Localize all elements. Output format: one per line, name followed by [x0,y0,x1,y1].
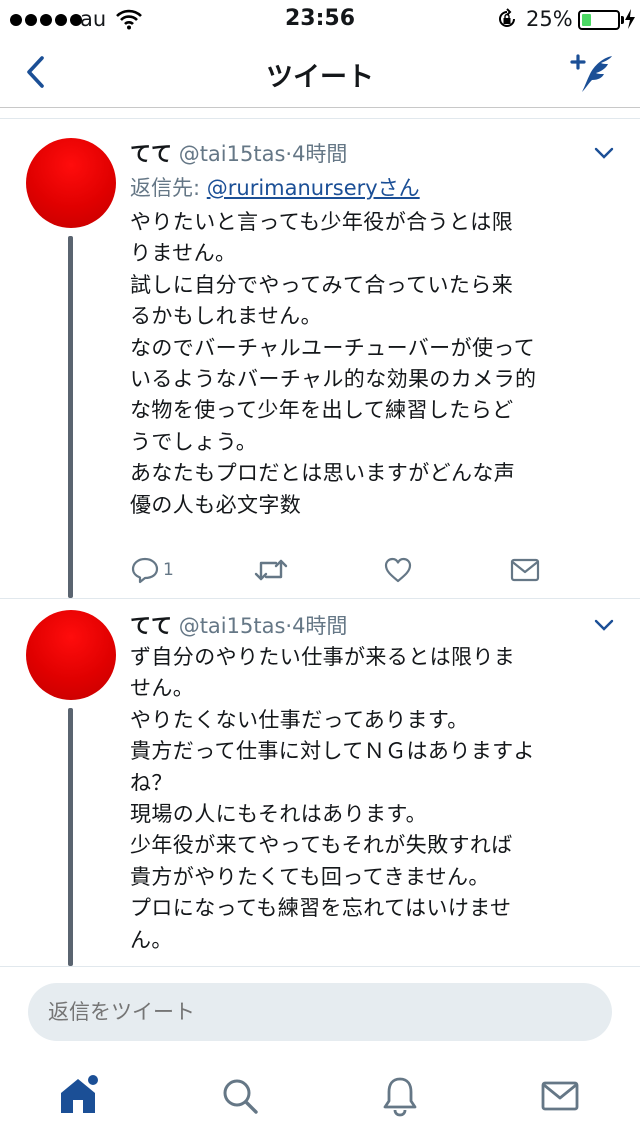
tab-home[interactable] [56,1072,104,1120]
home-icon [61,1073,100,1113]
reply-composer [0,966,640,1046]
tweet-line: あなたもプロだとは思いますがどんな声 [130,461,516,486]
tweet-timestamp: ·4時間 [285,142,348,166]
display-name[interactable]: てて [130,614,172,638]
heart-icon [384,557,412,583]
bell-icon [383,1077,417,1117]
status-bar: au 23:56 25% [0,0,640,40]
tweet-line: うでしょう。 [130,429,258,454]
avatar[interactable] [26,138,116,228]
tweet-header: てて @tai15tas·4時間 [130,138,347,168]
reply-to-label: 返信先: [130,176,207,200]
tweet-line: やりたくない仕事だってあります。 [130,707,469,732]
thread-line [68,708,73,966]
tweet-line: りません。 [130,241,237,266]
avatar[interactable] [26,610,116,700]
retweet-icon [254,559,288,581]
battery-percent: 25% [526,7,573,31]
display-name[interactable]: てて [130,142,172,166]
reply-icon [131,557,159,584]
reply-input[interactable] [28,983,612,1041]
tweet-line: るかもしれません。 [130,304,322,329]
reply-count: 1 [163,560,174,580]
direct-message-button[interactable] [510,552,540,588]
reply-to-link[interactable]: @rurimanurseryさん [207,176,420,200]
tweet-line: 試しに自分でやってみて合っていたら来 [130,272,514,297]
tweet-line: やりたいと言っても少年役が合うとは限 [130,210,514,234]
tweet-divider [0,598,640,599]
tweet-header: てて @tai15tas·4時間 [130,610,347,640]
tweet-actions: 1 [130,552,570,588]
tab-search[interactable] [216,1072,264,1120]
chevron-down-icon[interactable] [594,146,614,160]
tweet-line: ね？ [130,770,173,795]
tweet-line: 少年役が来てやってもそれが失敗すれば [130,833,513,858]
username-handle[interactable]: @tai15tas [179,614,286,638]
retweet-button[interactable] [254,552,288,588]
page-title: ツイート [266,62,374,93]
tweet-line: なのでバーチャルユーチューバーが使って [130,335,536,360]
tweet-text: ず自分のやりたい仕事が来るとは限りま せん。 やりたくない仕事だってあります。 … [130,642,625,956]
tab-messages[interactable] [536,1072,584,1120]
nav-divider-secondary [0,118,640,119]
rotation-lock-icon [499,8,515,27]
charging-bolt-icon [625,9,635,29]
like-button[interactable] [383,552,413,588]
tweet-line: 貴方がやりたくても回ってきません。 [130,864,490,889]
navigation-bar: ツイート [0,40,640,110]
envelope-icon [541,1081,579,1111]
battery-icon [578,10,620,30]
envelope-icon [510,558,540,582]
tweet-line: 優の人も必文字数 [130,492,302,517]
tweet-line: な物を使って少年を出して練習したらど [130,398,514,423]
nav-divider [0,107,640,108]
reply-button[interactable]: 1 [130,552,174,588]
search-icon [223,1079,258,1114]
tab-bar [0,1050,640,1138]
tweet-line: ん。 [130,927,173,952]
reply-to-line: 返信先: @rurimanurseryさん [130,172,420,202]
tweet-text: やりたいと言っても少年役が合うとは限 りません。 試しに自分でやってみて合ってい… [130,207,625,521]
thread-line [68,236,73,598]
tweet-line: 現場の人にもそれはあります。 [130,802,428,827]
tweet-timestamp: ·4時間 [285,614,348,638]
tweet-line: 貴方だって仕事に対してＮＧはありますよ [130,739,535,764]
username-handle[interactable]: @tai15tas [179,142,286,166]
battery-fill [582,14,591,26]
tweet-line: いるようなバーチャル的な効果のカメラ的 [130,367,537,392]
tab-notifications[interactable] [376,1072,424,1120]
tweet-line: せん。 [130,676,195,701]
tweet-line: プロになっても練習を忘れてはいけませ [130,896,512,921]
tweet-line: ず自分のやりたい仕事が来るとは限りま [130,645,516,669]
compose-tweet-icon[interactable] [568,50,616,96]
chevron-down-icon[interactable] [594,618,614,632]
